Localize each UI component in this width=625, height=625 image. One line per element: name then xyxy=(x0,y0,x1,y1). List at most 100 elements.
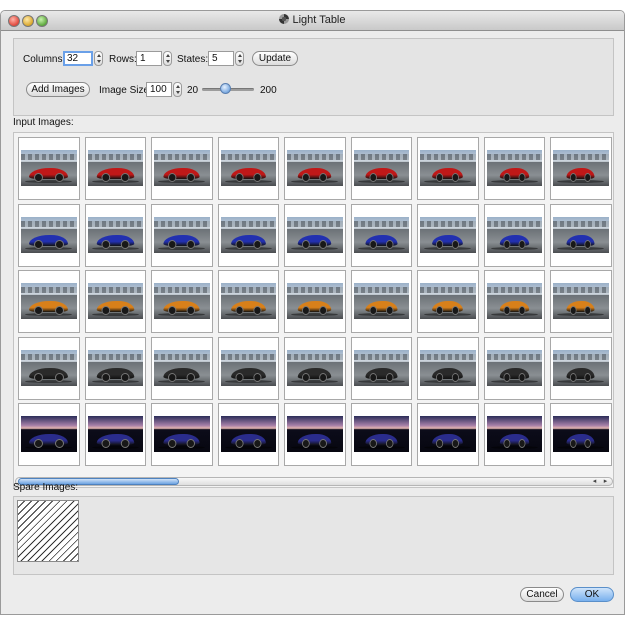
car-icon xyxy=(29,301,69,315)
image-cell[interactable] xyxy=(84,336,146,400)
car-thumbnail xyxy=(21,150,77,186)
car-thumbnail xyxy=(353,349,409,386)
title-bar[interactable]: Light Table xyxy=(1,11,624,31)
image-cell[interactable] xyxy=(350,203,412,267)
background-building xyxy=(553,353,609,360)
rows-field[interactable]: 1 xyxy=(136,51,162,66)
car-thumbnail xyxy=(87,216,143,253)
input-images-panel xyxy=(13,132,614,488)
car-shadow xyxy=(91,180,139,183)
car-icon xyxy=(29,168,69,182)
image-cell[interactable] xyxy=(18,137,80,200)
image-cell[interactable] xyxy=(217,137,279,200)
update-button[interactable]: Update xyxy=(252,51,298,66)
image-cell[interactable] xyxy=(483,137,545,200)
image-cell[interactable] xyxy=(84,203,146,267)
image-cell[interactable] xyxy=(284,336,346,400)
states-field[interactable]: 5 xyxy=(208,51,234,66)
image-cell[interactable] xyxy=(350,270,412,333)
image-cell[interactable] xyxy=(151,270,213,333)
background-building xyxy=(154,220,210,227)
image-size-stepper[interactable] xyxy=(173,82,182,97)
background-building xyxy=(553,154,609,160)
image-cell[interactable] xyxy=(217,203,279,267)
image-cell[interactable] xyxy=(550,203,612,267)
image-cell[interactable] xyxy=(550,403,612,466)
spare-image-placeholder[interactable] xyxy=(17,500,79,562)
image-cell[interactable] xyxy=(483,403,545,466)
car-icon xyxy=(499,367,529,382)
car-icon xyxy=(432,301,464,315)
image-cell[interactable] xyxy=(550,270,612,333)
image-cell[interactable] xyxy=(483,336,545,400)
car-shadow xyxy=(224,180,272,183)
background-building xyxy=(553,220,609,227)
car-shadow xyxy=(490,446,538,449)
image-cell[interactable] xyxy=(84,137,146,200)
image-cell[interactable] xyxy=(417,270,479,333)
image-cell[interactable] xyxy=(550,336,612,400)
car-shadow xyxy=(158,313,206,316)
image-cell[interactable] xyxy=(284,270,346,333)
car-thumbnail xyxy=(420,216,476,253)
rows-stepper[interactable] xyxy=(163,51,172,66)
car-shadow xyxy=(291,246,339,250)
scroll-left-icon[interactable]: ◂ xyxy=(590,478,599,485)
car-icon xyxy=(365,234,398,249)
image-cell[interactable] xyxy=(417,403,479,466)
background-building xyxy=(154,353,210,360)
image-cell[interactable] xyxy=(217,403,279,466)
car-icon xyxy=(566,367,595,382)
ok-button[interactable]: OK xyxy=(570,587,614,602)
background-building xyxy=(287,353,343,360)
columns-field[interactable]: 32 xyxy=(63,51,93,66)
input-images-scrollbar[interactable]: ◂ ▸ xyxy=(15,477,613,486)
image-cell[interactable] xyxy=(151,336,213,400)
columns-label: Columns: xyxy=(23,54,66,65)
car-thumbnail xyxy=(220,150,276,186)
image-cell[interactable] xyxy=(550,137,612,200)
image-cell[interactable] xyxy=(483,270,545,333)
image-cell[interactable] xyxy=(151,137,213,200)
car-thumbnail xyxy=(220,416,276,452)
car-thumbnail xyxy=(553,283,609,319)
image-cell[interactable] xyxy=(84,270,146,333)
car-thumbnail xyxy=(486,150,542,186)
image-cell[interactable] xyxy=(350,137,412,200)
car-icon xyxy=(432,434,464,448)
background-building xyxy=(420,220,476,227)
scroll-right-icon[interactable]: ▸ xyxy=(601,478,610,485)
image-size-field[interactable]: 100 xyxy=(146,82,172,97)
image-cell[interactable] xyxy=(84,403,146,466)
background-building xyxy=(353,220,409,227)
car-icon xyxy=(499,168,529,182)
image-cell[interactable] xyxy=(284,403,346,466)
image-cell[interactable] xyxy=(417,137,479,200)
states-stepper[interactable] xyxy=(235,51,244,66)
car-icon xyxy=(96,434,134,448)
car-shadow xyxy=(357,446,405,449)
image-cell[interactable] xyxy=(284,203,346,267)
image-cell[interactable] xyxy=(217,336,279,400)
image-grid xyxy=(18,137,612,468)
image-cell[interactable] xyxy=(483,203,545,267)
image-cell[interactable] xyxy=(217,270,279,333)
image-cell[interactable] xyxy=(18,336,80,400)
image-cell[interactable] xyxy=(350,336,412,400)
car-shadow xyxy=(25,246,73,250)
image-cell[interactable] xyxy=(417,203,479,267)
add-images-button[interactable]: Add Images xyxy=(26,82,90,97)
columns-stepper[interactable] xyxy=(94,51,103,66)
image-cell[interactable] xyxy=(18,270,80,333)
image-size-slider-knob[interactable] xyxy=(220,83,232,94)
image-cell[interactable] xyxy=(18,403,80,466)
image-cell[interactable] xyxy=(18,203,80,267)
image-cell[interactable] xyxy=(151,403,213,466)
image-cell[interactable] xyxy=(350,403,412,466)
image-cell[interactable] xyxy=(284,137,346,200)
image-cell[interactable] xyxy=(151,203,213,267)
cancel-button[interactable]: Cancel xyxy=(520,587,564,602)
background-building xyxy=(220,287,276,293)
car-shadow xyxy=(224,446,272,449)
image-cell[interactable] xyxy=(417,336,479,400)
